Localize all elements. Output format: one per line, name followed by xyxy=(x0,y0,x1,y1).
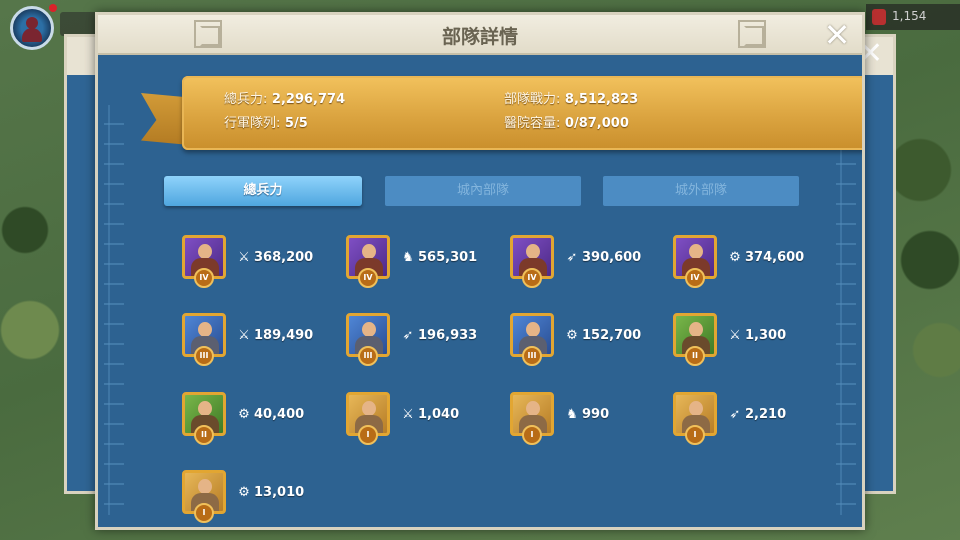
troop-entry[interactable]: I ➶ 2,210 xyxy=(673,392,823,445)
troop-entry[interactable]: I ⚔ 1,040 xyxy=(346,392,496,445)
troop-entry[interactable]: I ⚙ 13,010 xyxy=(182,470,332,523)
tier-badge: I xyxy=(358,425,378,445)
troop-count: 2,210 xyxy=(745,407,787,422)
troop-count: 40,400 xyxy=(254,407,305,422)
troop-count: 196,933 xyxy=(418,328,478,343)
soldier-head xyxy=(689,244,703,259)
tier-badge: III xyxy=(522,346,542,366)
tier-badge: III xyxy=(358,346,378,366)
tier-badge: IV xyxy=(522,268,542,288)
troop-count: 152,700 xyxy=(582,328,642,343)
tier-badge: II xyxy=(194,425,214,445)
hospital-capacity-stat: 醫院容量: 0/87,000 xyxy=(504,112,629,131)
troop-count: 1,300 xyxy=(745,328,787,343)
troop-entry[interactable]: II ⚔ 1,300 xyxy=(673,313,823,366)
troop-entry[interactable]: III ⚙ 152,700 xyxy=(510,313,660,366)
soldier-head xyxy=(198,401,212,416)
troop-details-dialog: 部隊詳情 ✕ 總兵力: 2,296,774 部隊戰力: 8,512,823 行軍… xyxy=(95,12,865,530)
soldier-head xyxy=(198,479,212,494)
troop-entry[interactable]: III ➶ 196,933 xyxy=(346,313,496,366)
troop-entry[interactable]: IV ♞ 565,301 xyxy=(346,235,496,288)
dialog-header: 部隊詳情 ✕ xyxy=(98,15,862,55)
hospital-capacity-value: 0/87,000 xyxy=(564,116,629,131)
tier-badge: I xyxy=(522,425,542,445)
soldier-head xyxy=(362,322,376,337)
sword-icon: ⚔ xyxy=(238,328,250,343)
tier-badge: IV xyxy=(685,268,705,288)
bow-icon: ➶ xyxy=(566,250,578,265)
meander-border-right xyxy=(836,105,856,515)
troop-entry[interactable]: IV ⚙ 374,600 xyxy=(673,235,823,288)
troop-count: 990 xyxy=(582,407,610,422)
troop-entry[interactable]: IV ➶ 390,600 xyxy=(510,235,660,288)
sword-icon: ⚔ xyxy=(238,250,250,265)
meander-border-left xyxy=(104,105,124,515)
troop-count: 368,200 xyxy=(254,250,314,265)
horse-icon: ♞ xyxy=(402,250,414,265)
tier-badge: I xyxy=(194,503,214,523)
troop-count: 13,010 xyxy=(254,485,305,500)
bow-icon: ➶ xyxy=(729,407,741,422)
troop-count: 189,490 xyxy=(254,328,314,343)
soldier-head xyxy=(362,401,376,416)
hospital-capacity-label: 醫院容量: xyxy=(504,116,561,131)
total-troops-label: 總兵力: xyxy=(224,92,268,107)
troop-entry[interactable]: I ♞ 990 xyxy=(510,392,660,445)
march-queue-value: 5/5 xyxy=(284,116,308,131)
troop-count: 1,040 xyxy=(418,407,460,422)
soldier-head xyxy=(526,322,540,337)
troop-power-stat: 部隊戰力: 8,512,823 xyxy=(504,88,638,107)
tab-out-city-troops[interactable]: 城外部隊 xyxy=(603,176,799,206)
troop-count: 390,600 xyxy=(582,250,642,265)
march-queue-label: 行軍隊列: xyxy=(224,116,281,131)
troop-entry[interactable]: IV ⚔ 368,200 xyxy=(182,235,332,288)
gem-icon xyxy=(872,9,886,25)
notification-dot xyxy=(49,4,57,12)
troop-entry[interactable]: III ⚔ 189,490 xyxy=(182,313,332,366)
tier-badge: I xyxy=(685,425,705,445)
tier-badge: IV xyxy=(358,268,378,288)
total-troops-stat: 總兵力: 2,296,774 xyxy=(224,88,345,107)
player-avatar[interactable] xyxy=(10,6,54,50)
soldier-head xyxy=(526,244,540,259)
bow-icon: ➶ xyxy=(402,328,414,343)
tab-in-city-troops[interactable]: 城內部隊 xyxy=(385,176,581,206)
soldier-head xyxy=(689,322,703,337)
close-icon[interactable]: ✕ xyxy=(820,19,854,53)
catapult-icon: ⚙ xyxy=(566,328,578,343)
tier-badge: III xyxy=(194,346,214,366)
dialog-title: 部隊詳情 xyxy=(441,26,518,48)
tier-badge: IV xyxy=(194,268,214,288)
resource-value: 1,154 xyxy=(892,9,927,23)
march-queue-stat: 行軍隊列: 5/5 xyxy=(224,112,308,131)
troop-count: 374,600 xyxy=(745,250,805,265)
avatar-body xyxy=(22,28,42,42)
catapult-icon: ⚙ xyxy=(238,407,250,422)
soldier-head xyxy=(526,401,540,416)
sword-icon: ⚔ xyxy=(729,328,741,343)
soldier-head xyxy=(198,244,212,259)
troop-power-value: 8,512,823 xyxy=(564,92,639,107)
troop-power-label: 部隊戰力: xyxy=(504,92,561,107)
soldier-head xyxy=(198,322,212,337)
troop-entry[interactable]: II ⚙ 40,400 xyxy=(182,392,332,445)
tier-badge: II xyxy=(685,346,705,366)
summary-banner: 總兵力: 2,296,774 部隊戰力: 8,512,823 行軍隊列: 5/5… xyxy=(182,76,862,150)
soldier-head xyxy=(362,244,376,259)
horse-icon: ♞ xyxy=(566,407,578,422)
troop-count: 565,301 xyxy=(418,250,478,265)
resource-counter[interactable]: 1,154 xyxy=(866,4,960,30)
soldier-head xyxy=(689,401,703,416)
catapult-icon: ⚙ xyxy=(729,250,741,265)
total-troops-value: 2,296,774 xyxy=(271,92,346,107)
sword-icon: ⚔ xyxy=(402,407,414,422)
catapult-icon: ⚙ xyxy=(238,485,250,500)
tab-total-troops[interactable]: 總兵力 xyxy=(164,176,362,206)
